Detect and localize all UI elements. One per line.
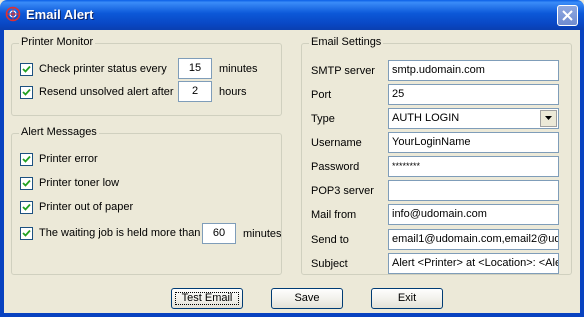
subject-label: Subject — [311, 258, 348, 270]
resend-alert-checkbox[interactable]: Resend unsolved alert after — [20, 84, 174, 100]
username-label: Username — [311, 137, 362, 149]
checkbox-box[interactable] — [20, 152, 33, 166]
chevron-down-icon — [545, 116, 552, 120]
send-to-label: Send to — [311, 234, 349, 246]
username-input[interactable]: YourLoginName — [388, 132, 559, 153]
resend-alert-unit: hours — [219, 86, 247, 98]
checkmark-icon — [22, 88, 31, 96]
smtp-server-label: SMTP server — [311, 65, 375, 77]
check-status-label: Check printer status every — [39, 63, 167, 75]
title-bar[interactable]: Email Alert — [0, 0, 584, 30]
checkbox-box[interactable] — [20, 62, 33, 76]
close-icon — [562, 10, 573, 21]
waiting-job-minutes-input[interactable]: 60 — [202, 223, 236, 244]
out-of-paper-label: Printer out of paper — [39, 201, 134, 213]
toner-low-checkbox[interactable]: Printer toner low — [20, 175, 119, 191]
checkmark-icon — [22, 155, 31, 163]
send-to-input[interactable]: email1@udomain.com,email2@udo — [388, 229, 559, 250]
focus-rect — [175, 292, 239, 305]
printer-error-label: Printer error — [39, 153, 98, 165]
checkbox-box[interactable] — [20, 200, 33, 214]
check-status-interval-input[interactable]: 15 — [178, 58, 212, 79]
pop3-server-input[interactable] — [388, 180, 559, 201]
checkbox-box[interactable] — [20, 226, 33, 240]
printer-monitor-title: Printer Monitor — [19, 36, 96, 48]
subject-input[interactable]: Alert <Printer> at <Location>: <Alert — [388, 253, 559, 274]
window-frame-left — [0, 30, 4, 317]
save-label: Save — [294, 292, 320, 304]
smtp-server-input[interactable]: smtp.udomain.com — [388, 60, 559, 81]
resend-alert-label: Resend unsolved alert after — [39, 86, 174, 98]
type-selected-value: AUTH LOGIN — [392, 112, 460, 124]
email-settings-title: Email Settings — [309, 36, 384, 48]
resend-alert-interval-input[interactable]: 2 — [178, 81, 212, 102]
close-button[interactable] — [557, 5, 578, 26]
password-input[interactable]: ******** — [388, 156, 559, 177]
check-status-unit: minutes — [219, 63, 258, 75]
save-button[interactable]: Save — [271, 288, 343, 309]
mail-from-input[interactable]: info@udomain.com — [388, 204, 559, 225]
app-icon — [5, 6, 21, 22]
toner-low-label: Printer toner low — [39, 177, 120, 189]
printer-error-checkbox[interactable]: Printer error — [20, 151, 98, 167]
exit-label: Exit — [397, 292, 417, 304]
port-input[interactable]: 25 — [388, 84, 559, 105]
out-of-paper-checkbox[interactable]: Printer out of paper — [20, 199, 133, 215]
dropdown-button[interactable] — [540, 110, 557, 127]
checkmark-icon — [22, 203, 31, 211]
window-frame-right — [580, 30, 584, 317]
waiting-job-checkbox[interactable]: The waiting job is held more than — [20, 225, 200, 241]
type-select[interactable]: AUTH LOGIN — [388, 108, 559, 129]
window-title: Email Alert — [26, 7, 94, 22]
password-label: Password — [311, 161, 360, 173]
port-label: Port — [311, 89, 332, 101]
pop3-server-label: POP3 server — [311, 185, 374, 197]
alert-messages-title: Alert Messages — [19, 126, 99, 138]
mail-from-label: Mail from — [311, 209, 357, 221]
checkmark-icon — [22, 229, 31, 237]
exit-button[interactable]: Exit — [371, 288, 443, 309]
test-email-button[interactable]: Test Email — [171, 288, 243, 309]
checkmark-icon — [22, 179, 31, 187]
type-label: Type — [311, 113, 335, 125]
window-frame-bottom — [0, 313, 584, 317]
check-status-checkbox[interactable]: Check printer status every — [20, 61, 167, 77]
checkmark-icon — [22, 65, 31, 73]
checkbox-box[interactable] — [20, 85, 33, 99]
checkbox-box[interactable] — [20, 176, 33, 190]
printer-monitor-group: Printer Monitor — [11, 36, 282, 116]
waiting-job-unit: minutes — [243, 228, 282, 240]
waiting-job-label: The waiting job is held more than — [39, 227, 201, 239]
